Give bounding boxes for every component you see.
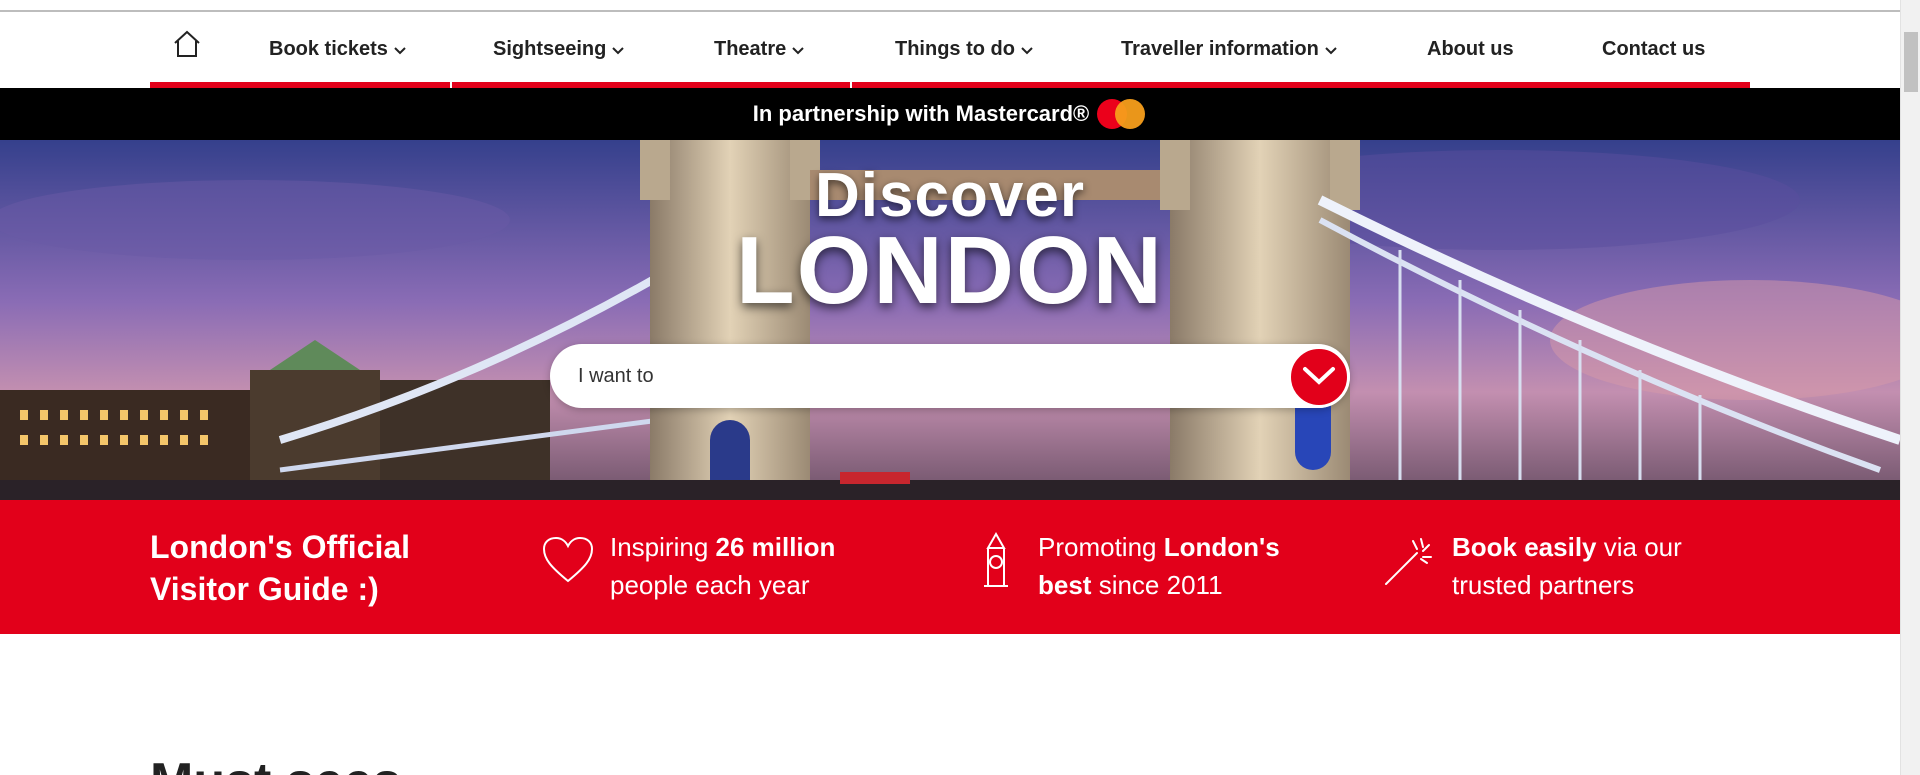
home-icon <box>172 30 202 63</box>
home-link[interactable] <box>170 30 204 62</box>
features-band: London's Official Visitor Guide :) Inspi… <box>0 500 1900 634</box>
partnership-banner: In partnership with Mastercard® <box>0 88 1900 140</box>
band-title: London's Official Visitor Guide :) <box>150 529 411 607</box>
nav-label: About us <box>1427 38 1514 60</box>
search-bar <box>550 344 1350 408</box>
magic-wand-icon <box>1380 528 1440 592</box>
feature-text: Book easily via our trusted partners <box>1452 532 1682 600</box>
feature-text: Inspiring 26 million people each year <box>610 532 836 600</box>
hero-title-london: LONDON <box>736 217 1164 324</box>
nav-theatre[interactable]: Theatre <box>714 38 804 61</box>
chevron-down-icon <box>1325 38 1337 61</box>
chevron-down-icon <box>394 38 406 61</box>
search-dropdown-button[interactable] <box>1288 346 1350 408</box>
feature-inspiring: Inspiring 26 million people each year <box>538 528 890 604</box>
search-input[interactable] <box>578 344 1258 408</box>
nav-label: Book tickets <box>269 38 388 60</box>
viewport-top-border <box>0 0 1900 12</box>
chevron-down-icon <box>1302 366 1336 389</box>
nav-label: Sightseeing <box>493 38 607 60</box>
chevron-down-icon <box>792 38 804 61</box>
section-heading-must-sees: Must sees <box>150 752 401 775</box>
nav-sightseeing[interactable]: Sightseeing <box>493 38 625 61</box>
feature-text: Promoting London's best since 2011 <box>1038 532 1280 600</box>
nav-label: Contact us <box>1602 38 1706 60</box>
chevron-down-icon <box>612 38 625 61</box>
feature-promoting: Promoting London's best since 2011 <box>966 528 1318 604</box>
nav-label: Things to do <box>895 38 1015 60</box>
scrollbar-thumb[interactable] <box>1904 32 1918 92</box>
nav-book-tickets[interactable]: Book tickets <box>269 38 406 61</box>
nav-contact-us[interactable]: Contact us <box>1602 38 1705 61</box>
main-navigation: Book tickets Sightseeing Theatre Things … <box>150 12 1750 88</box>
nav-about-us[interactable]: About us <box>1427 38 1514 61</box>
hero-banner: Discover LONDON <box>0 140 1900 500</box>
heart-icon <box>538 528 598 592</box>
feature-book-easily: Book easily via our trusted partners <box>1380 528 1732 604</box>
chevron-down-icon <box>1021 38 1033 61</box>
nav-label: Theatre <box>714 38 787 60</box>
big-ben-icon <box>966 528 1026 592</box>
nav-traveller-information[interactable]: Traveller information <box>1121 38 1337 61</box>
nav-label: Traveller information <box>1121 38 1319 60</box>
page-scrollbar[interactable] <box>1900 0 1920 775</box>
mastercard-logo <box>1097 99 1147 129</box>
partnership-text: In partnership with Mastercard® <box>752 101 1090 126</box>
nav-things-to-do[interactable]: Things to do <box>895 38 1033 61</box>
page: Book tickets Sightseeing Theatre Things … <box>0 12 1900 775</box>
